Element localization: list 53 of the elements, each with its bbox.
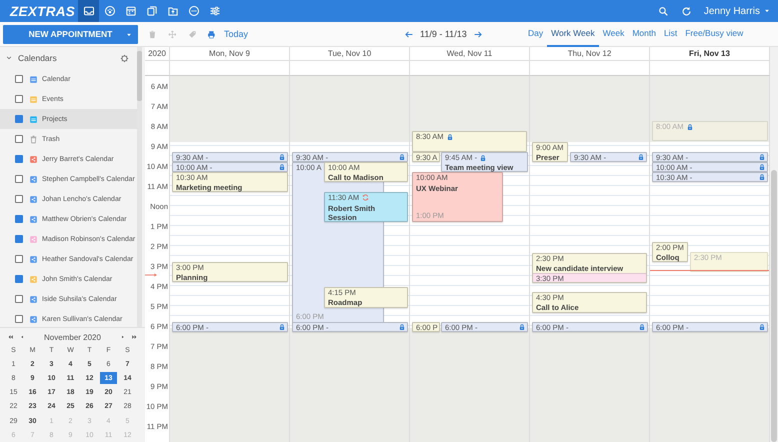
checkbox[interactable] — [15, 135, 23, 143]
checkbox[interactable] — [15, 275, 23, 283]
paw-icon — [104, 5, 116, 17]
year-label: 2020 — [145, 47, 170, 61]
month-title: November 2020 — [43, 332, 102, 342]
copy-icon — [146, 5, 158, 17]
double-right-icon[interactable] — [131, 334, 138, 340]
today-link[interactable]: Today — [224, 29, 264, 39]
caret-icon[interactable] — [764, 8, 770, 14]
checkbox[interactable] — [15, 295, 23, 303]
section-title[interactable]: Calendars — [18, 53, 120, 63]
refresh-icon[interactable] — [680, 6, 692, 16]
day-header: Thu, Nov 12 — [530, 47, 650, 61]
folder-icon — [166, 5, 178, 17]
sliders-icon — [208, 5, 220, 17]
chevron-icon[interactable] — [6, 55, 12, 61]
left-arrow-icon[interactable] — [404, 30, 414, 38]
checkbox[interactable] — [15, 115, 23, 123]
day-header: Tue, Nov 10 — [290, 47, 410, 61]
user-name[interactable]: Jenny Harris — [704, 6, 760, 16]
search-icon[interactable] — [658, 6, 669, 16]
current-time-arrow-icon — [145, 272, 157, 278]
day-header: Fri, Nov 13 — [650, 47, 770, 61]
checkbox[interactable] — [15, 255, 23, 263]
double-left-icon[interactable] — [7, 334, 14, 340]
view-tab[interactable]: Free/Busy view — [681, 22, 748, 46]
print-icon[interactable] — [207, 30, 216, 38]
right-arrow-icon[interactable] — [472, 30, 483, 38]
checkbox[interactable] — [15, 315, 23, 323]
scrollbar[interactable] — [770, 47, 778, 442]
calendar-icon — [124, 5, 136, 17]
view-tab[interactable]: Month — [628, 22, 660, 46]
new-appointment-button[interactable]: NEW APPOINTMENT — [3, 24, 138, 44]
day-header: Wed, Nov 11 — [410, 47, 530, 61]
checkbox[interactable] — [15, 95, 23, 103]
date-range: 11/9 - 11/13 — [420, 29, 467, 39]
app-tab[interactable] — [78, 0, 99, 22]
view-tab[interactable]: Day — [524, 22, 548, 46]
day-header: Mon, Nov 9 — [170, 47, 290, 61]
scrollbar[interactable] — [137, 47, 142, 327]
view-tab[interactable]: Week — [598, 22, 628, 46]
inbox-icon — [82, 5, 94, 17]
checkbox[interactable] — [15, 235, 23, 243]
checkbox[interactable] — [15, 155, 23, 163]
caret-icon[interactable] — [126, 32, 132, 38]
logo: ZEXTRAS — [8, 4, 76, 18]
checkbox[interactable] — [15, 75, 23, 83]
checkbox[interactable] — [15, 195, 23, 203]
checkbox[interactable] — [15, 175, 23, 183]
view-tab[interactable]: List — [660, 22, 682, 46]
chat-icon — [188, 5, 200, 17]
settings-icon[interactable] — [120, 54, 129, 62]
checkbox[interactable] — [15, 215, 23, 223]
